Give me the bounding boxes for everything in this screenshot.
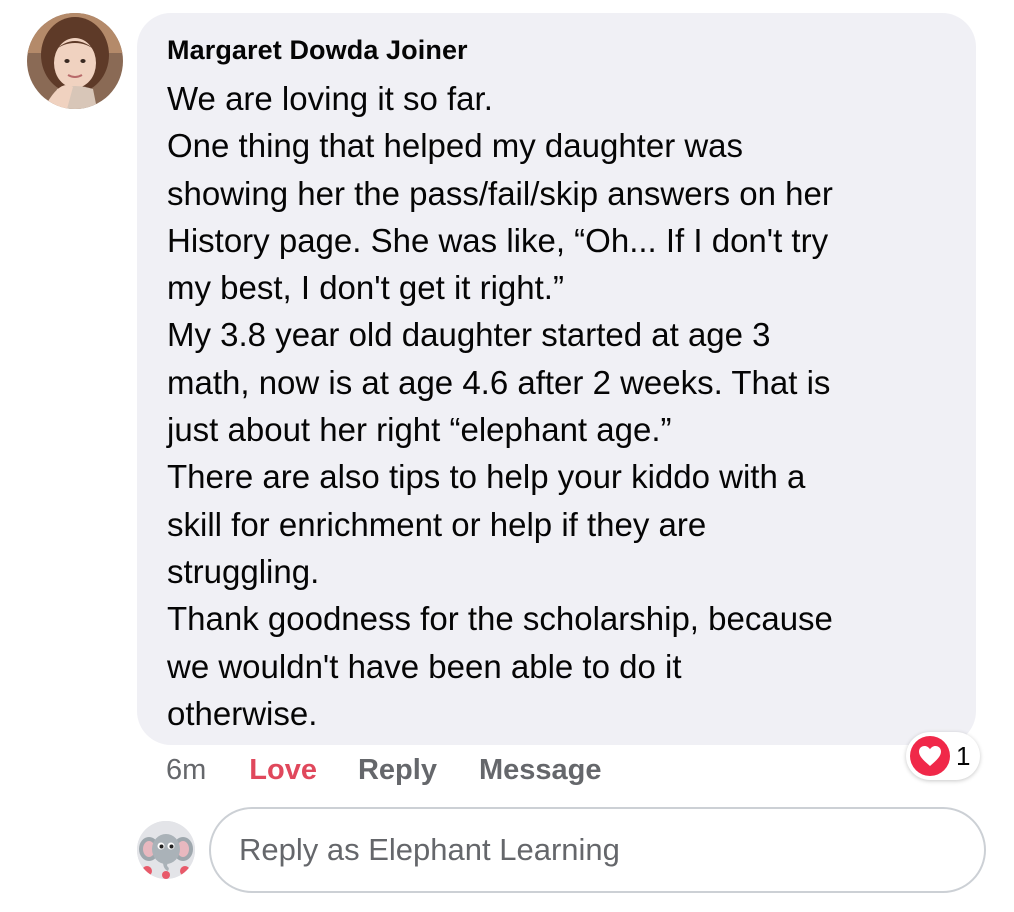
message-button[interactable]: Message [479, 754, 602, 787]
comment-line: otherwise. [167, 694, 318, 732]
comment-line: One thing that helped my daughter was [167, 127, 744, 165]
comment-actions: 6m Love Reply Message [166, 752, 601, 788]
comment-line: just about her right “elephant age.” [167, 411, 672, 449]
comment-line: showing her the pass/fail/skip answers o… [167, 174, 833, 212]
reply-input[interactable] [237, 831, 984, 869]
comment-line: we wouldn't have been able to do it [167, 647, 682, 685]
elephant-icon [137, 821, 195, 879]
comment-line: skill for enrichment or help if they are [167, 505, 707, 543]
commenter-avatar[interactable] [27, 13, 123, 109]
comment-line: We are loving it so far. [167, 80, 493, 117]
comment-line: math, now is at age 4.6 after 2 weeks. T… [167, 363, 831, 401]
reaction-count: 1 [956, 740, 971, 771]
comment-author-name[interactable]: Margaret Dowda Joiner [167, 32, 956, 68]
heart-icon [910, 736, 950, 776]
comment-timestamp[interactable]: 6m [166, 754, 206, 787]
comment-line: my best, I don't get it right.” [167, 269, 564, 307]
comment-line: History page. She was like, “Oh... If I … [167, 221, 829, 259]
reaction-summary[interactable]: 1 [906, 732, 981, 780]
comment-line: There are also tips to help your kiddo w… [167, 458, 806, 496]
reply-box[interactable] [209, 807, 986, 893]
user-profile-photo-icon [27, 13, 123, 109]
comment-line: My 3.8 year old daughter started at age … [167, 316, 771, 354]
comment-bubble: Margaret Dowda Joiner We are loving it s… [137, 13, 976, 745]
comment-line: struggling. [167, 552, 320, 590]
reply-button[interactable]: Reply [358, 754, 437, 787]
comment-text: We are loving it so far. One thing that … [167, 75, 956, 737]
comment-line: Thank goodness for the scholarship, beca… [167, 600, 833, 638]
love-button[interactable]: Love [249, 754, 317, 787]
page-avatar[interactable] [137, 821, 195, 879]
